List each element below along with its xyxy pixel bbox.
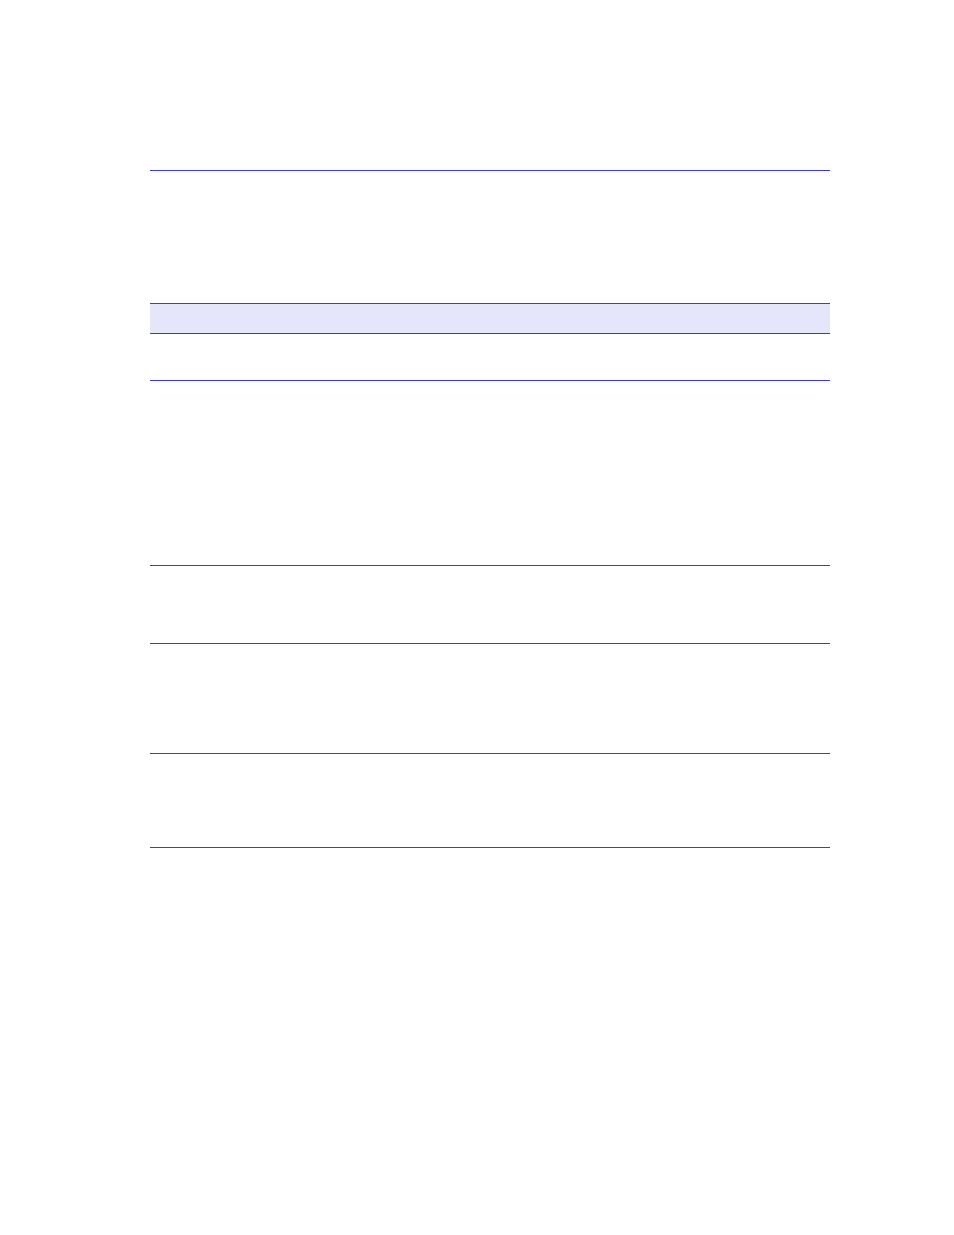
horizontal-rule	[150, 333, 830, 334]
horizontal-rule	[150, 380, 830, 381]
horizontal-rule	[150, 303, 830, 304]
horizontal-rule	[150, 643, 830, 644]
horizontal-rule	[150, 565, 830, 566]
horizontal-rule	[150, 753, 830, 754]
horizontal-rule	[150, 170, 830, 171]
horizontal-rule	[150, 847, 830, 848]
document-page	[0, 0, 954, 1235]
highlight-band	[150, 303, 830, 333]
